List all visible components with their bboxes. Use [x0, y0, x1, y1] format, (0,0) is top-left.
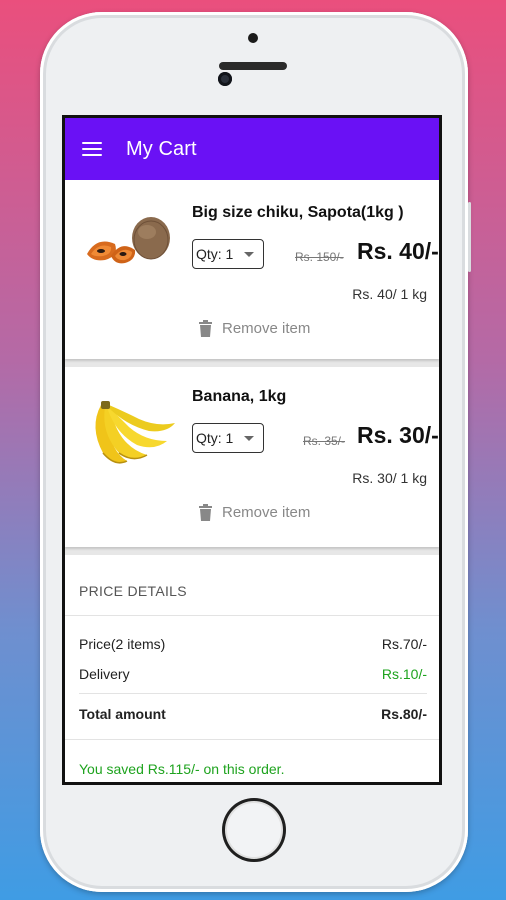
unit-price: Rs. 40/ 1 kg [352, 286, 427, 302]
total-value: Rs.80/- [381, 706, 427, 722]
unit-price: Rs. 30/ 1 kg [352, 470, 427, 486]
price-row: Price(2 items) Rs.70/- [79, 636, 427, 652]
sapota-fruit-icon [87, 217, 170, 264]
app-bar: My Cart [65, 118, 439, 180]
cart-item: Banana, 1kg Qty: 1 Rs. 35/- Rs. 30/- Rs.… [65, 367, 439, 547]
total-row: Total amount Rs.80/- [79, 706, 427, 722]
quantity-label: Qty: 1 [196, 430, 234, 446]
remove-item-label: Remove item [222, 504, 311, 521]
hamburger-menu-icon[interactable] [82, 141, 102, 157]
price-value: Rs.70/- [381, 636, 427, 652]
price-label: Price(2 items) [79, 636, 166, 652]
divider [65, 739, 439, 740]
front-camera [218, 72, 232, 86]
page-title: My Cart [126, 137, 197, 160]
cart-item: Big size chiku, Sapota(1kg ) Qty: 1 Rs. … [65, 180, 439, 359]
remove-item-button[interactable]: Remove item [199, 504, 310, 521]
product-name: Big size chiku, Sapota(1kg ) [192, 204, 404, 221]
trash-icon [199, 504, 212, 521]
earpiece-speaker [219, 62, 287, 70]
price-details-title: PRICE DETAILS [79, 583, 187, 599]
caret-down-icon [244, 436, 254, 441]
divider [79, 693, 427, 694]
proximity-sensor [248, 33, 258, 43]
app-screen: My Cart Big size chiku, Sapota(1kg ) Qty… [62, 115, 442, 785]
remove-item-button[interactable]: Remove item [199, 320, 310, 337]
quantity-select[interactable]: Qty: 1 [192, 239, 264, 269]
quantity-label: Qty: 1 [196, 246, 234, 262]
quantity-select[interactable]: Qty: 1 [192, 423, 264, 453]
product-name: Banana, 1kg [192, 388, 287, 405]
trash-icon [199, 320, 212, 337]
delivery-row: Delivery Rs.10/- [79, 666, 427, 682]
banana-bunch-icon [95, 401, 175, 464]
divider [65, 615, 439, 616]
total-label: Total amount [79, 706, 166, 722]
original-price: Rs. 35/- [303, 434, 346, 448]
delivery-value: Rs.10/- [381, 666, 427, 682]
remove-item-label: Remove item [222, 320, 311, 337]
delivery-label: Delivery [79, 666, 130, 682]
discounted-price: Rs. 40/- [357, 238, 439, 264]
price-details-panel: PRICE DETAILS Price(2 items) Rs.70/- Del… [65, 555, 439, 782]
original-price: Rs. 150/- [295, 250, 344, 264]
caret-down-icon [244, 252, 254, 257]
home-button[interactable] [222, 798, 286, 862]
discounted-price: Rs. 30/- [357, 422, 439, 448]
savings-message: You saved Rs.115/- on this order. [79, 761, 285, 777]
power-button [468, 202, 471, 272]
